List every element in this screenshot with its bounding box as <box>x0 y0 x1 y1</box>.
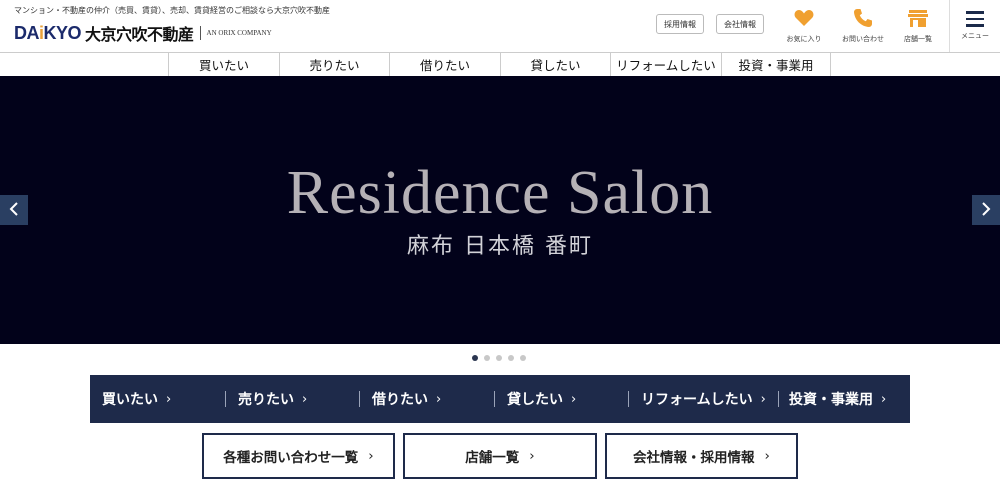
chevron-right-icon: › <box>764 448 770 464</box>
category-label: 貸したい <box>507 392 563 408</box>
divider <box>628 391 629 407</box>
carousel-prev-button[interactable] <box>0 195 28 225</box>
store-icon <box>908 8 928 28</box>
global-nav: 買いたい 売りたい 借りたい 貸したい リフォームしたい 投資・事業用 <box>0 52 1000 76</box>
hero-subtitle: 麻布 日本橋 番町 <box>407 234 593 259</box>
divider <box>494 391 495 407</box>
site-logo[interactable]: DAiKYO 大京穴吹不動産 AN ORIX COMPANY <box>14 22 272 45</box>
inquiries-label: 各種お問い合わせ一覧 <box>223 450 359 466</box>
carousel-dot[interactable] <box>484 355 490 361</box>
category-label: 借りたい <box>372 392 428 408</box>
category-label: 売りたい <box>238 392 294 408</box>
chevron-right-icon: › <box>760 391 766 407</box>
chevron-right-icon: › <box>529 448 535 464</box>
category-label: リフォームしたい <box>641 392 753 408</box>
hero-title: Residence Salon <box>286 159 714 227</box>
category-sell[interactable]: 売りたい › <box>225 375 359 423</box>
store-list-button[interactable]: 店舗一覧 › <box>403 433 597 479</box>
nav-item-invest[interactable]: 投資・事業用 <box>721 53 831 76</box>
menu-label: メニュー <box>961 31 989 40</box>
nav-item-sell[interactable]: 売りたい <box>279 53 389 76</box>
phone-icon <box>853 8 873 28</box>
divider <box>359 391 360 407</box>
logo-company-name: 大京穴吹不動産 <box>85 25 194 44</box>
carousel-dots <box>472 355 532 361</box>
category-buy[interactable]: 買いたい › <box>90 375 225 423</box>
logo-orix-tagline: AN ORIX COMPANY <box>206 29 272 37</box>
category-label: 投資・事業用 <box>789 392 873 408</box>
category-rent[interactable]: 借りたい › <box>359 375 494 423</box>
stores-label: 店舗一覧 <box>904 35 932 43</box>
site-header: マンション・不動産の仲介（売買、賃貸）、売却、賃貸経営のご相談なら大京穴吹不動産… <box>0 0 1000 52</box>
chevron-right-icon <box>981 201 991 220</box>
category-lease[interactable]: 貸したい › <box>494 375 628 423</box>
nav-item-lease[interactable]: 貸したい <box>500 53 610 76</box>
chevron-right-icon: › <box>166 391 172 407</box>
nav-item-buy[interactable]: 買いたい <box>168 53 279 76</box>
chevron-right-icon: › <box>302 391 308 407</box>
contact-link[interactable]: お問い合わせ <box>838 8 888 44</box>
favorites-label: お気に入り <box>786 35 822 43</box>
hero-carousel[interactable]: Residence Salon 麻布 日本橋 番町 <box>0 76 1000 344</box>
carousel-dot[interactable] <box>472 355 478 361</box>
nav-item-rent[interactable]: 借りたい <box>389 53 500 76</box>
carousel-dot[interactable] <box>520 355 526 361</box>
divider <box>778 391 779 407</box>
category-reform[interactable]: リフォームしたい › <box>628 375 778 423</box>
favorites-link[interactable]: お気に入り <box>779 8 829 44</box>
logo-daikyo: DAiKYO <box>14 22 82 43</box>
chevron-right-icon: › <box>368 448 374 464</box>
carousel-dot[interactable] <box>508 355 514 361</box>
category-label: 買いたい <box>102 392 158 408</box>
hamburger-icon <box>966 11 984 31</box>
company-info-button[interactable]: 会社情報 <box>716 14 764 34</box>
stores-link[interactable]: 店舗一覧 <box>893 8 943 44</box>
inquiries-button[interactable]: 各種お問い合わせ一覧 › <box>202 433 395 479</box>
site-tagline: マンション・不動産の仲介（売買、賃貸）、売却、賃貸経営のご相談なら大京穴吹不動産 <box>14 6 330 15</box>
divider <box>225 391 226 407</box>
category-bar: 買いたい › 売りたい › 借りたい › 貸したい › リフォームしたい › 投資・事業用… <box>90 375 910 423</box>
chevron-right-icon: › <box>436 391 442 407</box>
nav-item-reform[interactable]: リフォームしたい <box>610 53 721 76</box>
logo-accent-letter: i <box>39 22 44 43</box>
company-recruit-label: 会社情報・採用情報 <box>633 450 755 466</box>
chevron-left-icon <box>9 201 19 220</box>
heart-icon <box>794 8 814 28</box>
carousel-next-button[interactable] <box>972 195 1000 225</box>
contact-label: お問い合わせ <box>842 35 884 43</box>
menu-button[interactable]: メニュー <box>949 0 1000 52</box>
recruit-button[interactable]: 採用情報 <box>656 14 704 34</box>
chevron-right-icon: › <box>571 391 577 407</box>
chevron-right-icon: › <box>881 391 887 407</box>
store-list-label: 店舗一覧 <box>465 450 520 466</box>
company-recruit-button[interactable]: 会社情報・採用情報 › <box>605 433 798 479</box>
logo-divider <box>199 26 201 40</box>
carousel-dot[interactable] <box>496 355 502 361</box>
category-invest[interactable]: 投資・事業用 › <box>778 375 908 423</box>
